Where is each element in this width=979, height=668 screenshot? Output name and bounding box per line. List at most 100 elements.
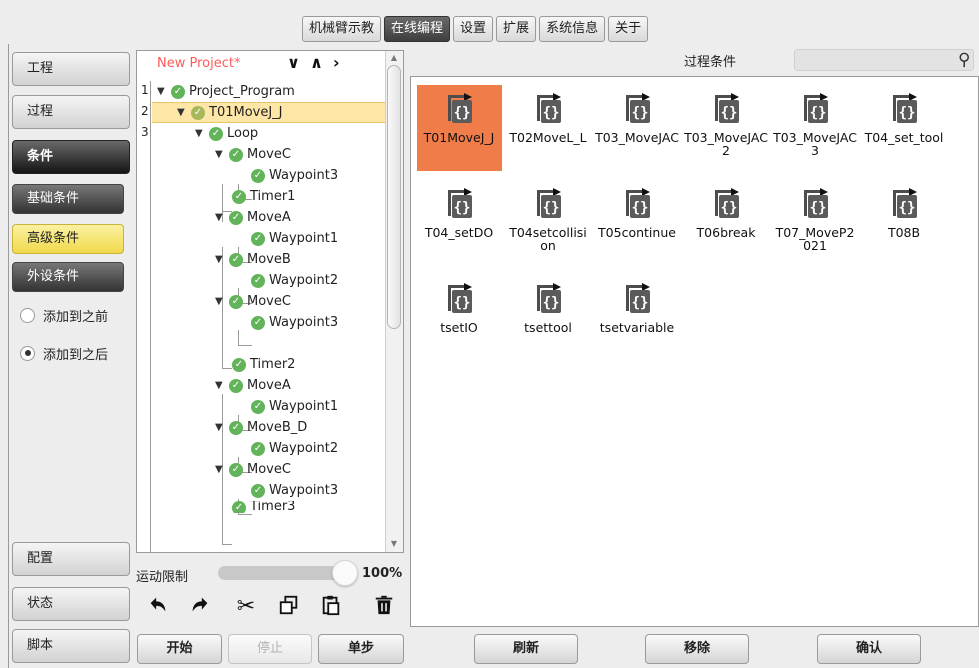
tab-robot-teach[interactable]: 机械臂示教 [302,16,382,42]
expand-triangle-icon[interactable]: ▼ [177,102,187,123]
tab-extensions[interactable]: 扩展 [496,16,537,42]
advanced-condition-button[interactable]: 高级条件 [12,224,124,254]
condition-item[interactable]: {} T08B [860,180,948,239]
expand-triangle-icon[interactable]: ▼ [215,249,225,270]
expand-triangle-icon[interactable]: ▼ [215,291,225,312]
tree-node-timer[interactable]: ✓ Timer1 [232,186,295,207]
tree-navigation: ∨ ∧ › [287,53,340,72]
condition-label: tsetIO [440,320,478,335]
remove-button[interactable]: 移除 [645,634,749,664]
tree-node-label: Timer3 [250,501,296,513]
tab-about[interactable]: 关于 [608,16,649,42]
condition-item[interactable]: {} T04setcollision [504,180,592,252]
tree-node-waypoint[interactable]: ✓ Waypoint1 [251,228,338,249]
tree-node-moveb[interactable]: ▼ ✓ MoveB [215,249,291,270]
add-after-radio[interactable]: 添加到之后 [20,343,108,363]
condition-item[interactable]: {} T04_setDO [415,180,503,239]
basic-condition-button[interactable]: 基础条件 [12,184,124,214]
add-after-label: 添加到之后 [43,347,109,363]
start-button[interactable]: 开始 [137,634,222,664]
tree-node-moveb-d[interactable]: ▼ ✓ MoveB_D [215,417,307,438]
radio-button[interactable] [20,307,35,323]
sidebar-item-process[interactable]: 过程 [12,95,130,129]
tree-node-label: Waypoint2 [269,441,339,456]
svg-text:{}: {} [454,105,471,121]
expand-triangle-icon[interactable]: ▼ [215,375,225,396]
scissors-icon[interactable]: ✂ [233,594,259,620]
sidebar-item-project[interactable]: 工程 [12,52,130,86]
sidebar-item-condition[interactable]: 条件 [12,140,130,174]
expand-triangle-icon[interactable]: ▼ [195,123,205,144]
peripheral-condition-button[interactable]: 外设条件 [12,262,124,292]
chevron-up-icon[interactable]: ∧ [310,53,323,72]
tree-node-project-program[interactable]: ▼ ✓ Project_Program [157,81,295,102]
speed-slider-handle[interactable] [332,560,358,586]
condition-label: T07_MoveP2021 [775,225,855,253]
tree-node-movea[interactable]: ▼ ✓ MoveA [215,375,291,396]
tree-connector [222,368,232,369]
step-button[interactable]: 单步 [318,634,404,664]
tree-node-waypoint[interactable]: ✓ Waypoint3 [251,480,338,501]
copy-icon[interactable] [276,594,302,620]
check-circle-icon: ✓ [251,441,265,456]
scrollbar-thumb[interactable] [387,65,401,329]
condition-label: T05continue [598,225,676,240]
tree-node-timer[interactable]: ✓ Timer3 [232,501,295,513]
tree-node-movec[interactable]: ▼ ✓ MoveC [215,291,291,312]
radio-button-checked[interactable] [20,345,35,361]
sidebar-item-script[interactable]: 脚本 [12,629,130,663]
condition-item[interactable]: {} T07_MoveP2021 [771,180,859,252]
check-circle-icon: ✓ [229,147,243,162]
tree-node-movea[interactable]: ▼ ✓ MoveA [215,207,291,228]
tree-node-waypoint[interactable]: ✓ Waypoint2 [251,438,338,459]
tree-node-label: Waypoint3 [269,483,339,498]
add-before-radio[interactable]: 添加到之前 [20,305,108,325]
redo-icon[interactable] [187,594,213,620]
tree-node-movec[interactable]: ▼ ✓ MoveC [215,459,291,480]
tree-node-label: MoveA [247,378,291,393]
tree-node-waypoint[interactable]: ✓ Waypoint3 [251,165,338,186]
search-icon[interactable]: ⚲ [958,50,970,70]
check-circle-icon: ✓ [251,168,265,183]
tree-node-waypoint[interactable]: ✓ Waypoint1 [251,396,338,417]
tree-node-t01movej-selected[interactable]: ▼ ✓ T01MoveJ_J [152,102,385,123]
condition-item[interactable]: {} tsettool [504,275,592,334]
sidebar-item-status[interactable]: 状态 [12,587,130,621]
condition-item[interactable]: {} T06break [682,180,770,239]
confirm-button[interactable]: 确认 [817,634,921,664]
condition-item[interactable]: {} T03_MoveJAC2 [682,85,770,157]
tab-online-programming[interactable]: 在线编程 [384,16,451,42]
condition-item[interactable]: {} T03_MoveJAC [593,85,681,144]
top-menu: 机械臂示教 在线编程 设置 扩展 系统信息 关于 [302,16,649,42]
tab-system-info[interactable]: 系统信息 [539,16,606,42]
condition-item[interactable]: {} T04_set_tool [860,85,948,144]
search-input[interactable] [794,49,974,71]
sidebar-item-config[interactable]: 配置 [12,542,130,576]
expand-triangle-icon[interactable]: ▼ [215,144,225,165]
expand-triangle-icon[interactable]: ▼ [157,81,167,102]
trash-icon[interactable] [371,594,397,620]
chevron-right-icon[interactable]: › [333,53,340,72]
expand-triangle-icon[interactable]: ▼ [215,459,225,480]
tree-node-timer[interactable]: ✓ Timer2 [232,354,295,375]
chevron-down-icon[interactable]: ∨ [287,53,300,72]
stop-button[interactable]: 停止 [228,634,312,664]
condition-item[interactable]: {} T03_MoveJAC3 [771,85,859,157]
condition-item[interactable]: {} T01MoveJ_J [415,85,503,171]
tree-node-waypoint[interactable]: ✓ Waypoint3 [251,312,338,333]
tree-node-waypoint[interactable]: ✓ Waypoint2 [251,270,338,291]
condition-item[interactable]: {} tsetvariable [593,275,681,334]
tree-node-loop[interactable]: ▼ ✓ Loop [195,123,258,144]
tree-node-movec[interactable]: ▼ ✓ MoveC [215,144,291,165]
expand-triangle-icon[interactable]: ▼ [215,417,225,438]
condition-item[interactable]: {} tsetIO [415,275,503,334]
condition-item[interactable]: {} T05continue [593,180,681,239]
expand-triangle-icon[interactable]: ▼ [215,207,225,228]
scroll-down-icon[interactable]: ▼ [387,539,401,551]
scroll-up-icon[interactable]: ▲ [387,53,401,65]
condition-item[interactable]: {} T02MoveL_L [504,85,592,144]
undo-icon[interactable] [145,594,171,620]
paste-icon[interactable] [318,594,344,620]
refresh-button[interactable]: 刷新 [474,634,578,664]
tab-settings[interactable]: 设置 [453,16,494,42]
